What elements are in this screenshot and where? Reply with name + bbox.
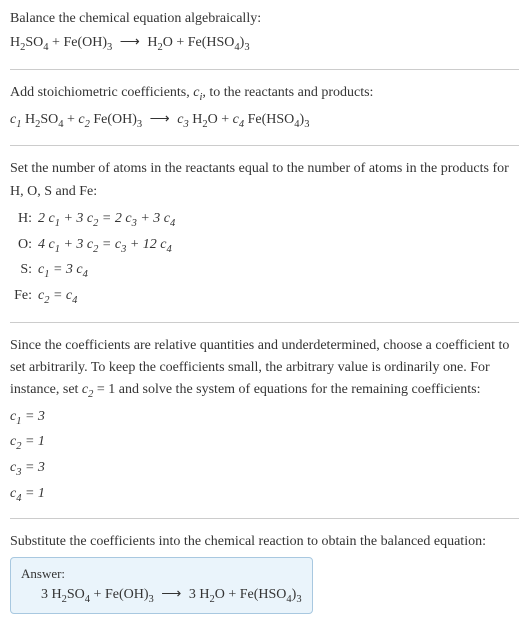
atom-equation: 2 c1 + 3 c2 = 2 c3 + 3 c4 (38, 207, 175, 233)
product-2: Fe(HSO4)3 (248, 112, 310, 127)
atom-label: Fe: (10, 284, 38, 308)
atom-equation: c2 = c4 (38, 284, 77, 310)
divider (10, 518, 519, 519)
divider (10, 322, 519, 323)
arrow-icon: ⟶ (116, 35, 144, 50)
divider (10, 69, 519, 70)
atom-row-h: H: 2 c1 + 3 c2 = 2 c3 + 3 c4 (10, 207, 519, 233)
title: Balance the chemical equation algebraica… (10, 8, 519, 30)
reactant-2: Fe(OH)3 (93, 112, 142, 127)
atom-row-s: S: c1 = 3 c4 (10, 258, 519, 284)
equation-with-coeffs: c1 H2SO4 + c2 Fe(OH)3 ⟶ c3 H2O + c4 Fe(H… (10, 109, 519, 134)
step-text: Add stoichiometric coefficients, ci, to … (10, 82, 519, 107)
atom-row-o: O: 4 c1 + 3 c2 = c3 + 12 c4 (10, 233, 519, 259)
plus-sign: + (49, 35, 64, 50)
step-solve: Since the coefficients are relative quan… (10, 335, 519, 507)
coeff-c4: c4 = 1 (10, 483, 519, 507)
atom-balance-table: H: 2 c1 + 3 c2 = 2 c3 + 3 c4 O: 4 c1 + 3… (10, 207, 519, 310)
coeff-c2: c2 = 1 (10, 431, 519, 455)
step-text: Since the coefficients are relative quan… (10, 335, 519, 404)
reactant-1: H2SO4 (10, 35, 49, 50)
atom-label: S: (10, 258, 38, 282)
balanced-equation: 3 H2SO4 + Fe(OH)3 ⟶ 3 H2O + Fe(HSO4)3 (21, 586, 302, 605)
atom-equation: c1 = 3 c4 (38, 258, 88, 284)
step-text: Set the number of atoms in the reactants… (10, 158, 519, 203)
reactant-1: H2SO4 (25, 112, 64, 127)
unbalanced-equation: H2SO4 + Fe(OH)3 ⟶ H2O + Fe(HSO4)3 (10, 32, 519, 57)
answer-box: Answer: 3 H2SO4 + Fe(OH)3 ⟶ 3 H2O + Fe(H… (10, 557, 313, 614)
arrow-icon: ⟶ (146, 112, 174, 127)
problem-statement: Balance the chemical equation algebraica… (10, 8, 519, 57)
arrow-icon: ⟶ (157, 587, 185, 602)
step-add-coefficients: Add stoichiometric coefficients, ci, to … (10, 82, 519, 133)
atom-row-fe: Fe: c2 = c4 (10, 284, 519, 310)
step-atom-balance: Set the number of atoms in the reactants… (10, 158, 519, 309)
atom-label: H: (10, 207, 38, 231)
step-substitute: Substitute the coefficients into the che… (10, 531, 519, 614)
atom-equation: 4 c1 + 3 c2 = c3 + 12 c4 (38, 233, 172, 259)
answer-label: Answer: (21, 566, 302, 582)
atom-label: O: (10, 233, 38, 257)
product-1: H2O (192, 112, 218, 127)
step-text: Substitute the coefficients into the che… (10, 531, 519, 553)
coefficient-solution-list: c1 = 3 c2 = 1 c3 = 3 c4 = 1 (10, 406, 519, 506)
coeff-c1: c1 = 3 (10, 406, 519, 430)
divider (10, 145, 519, 146)
product-2: Fe(HSO4)3 (188, 35, 250, 50)
coeff-c3: c3 = 3 (10, 457, 519, 481)
plus-sign: + (173, 35, 188, 50)
product-1: H2O (147, 35, 173, 50)
reactant-2: Fe(OH)3 (63, 35, 112, 50)
